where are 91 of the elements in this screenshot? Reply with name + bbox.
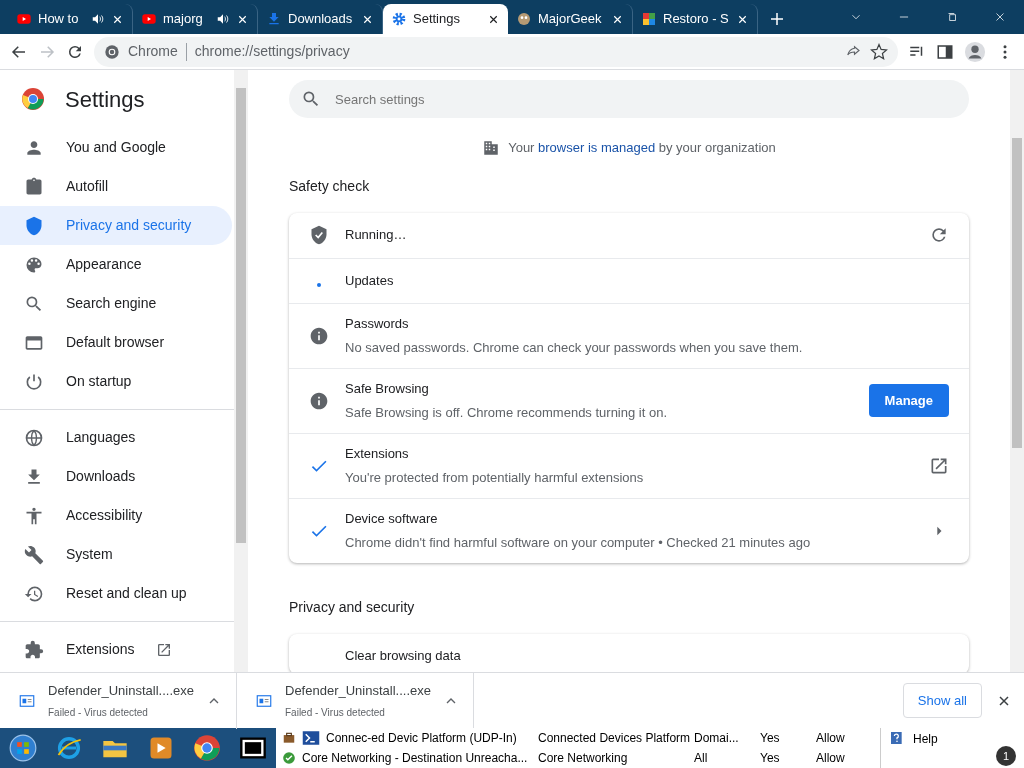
row-title: Updates xyxy=(345,271,395,290)
table-cell-text: Domai... xyxy=(694,730,740,747)
clipboard-icon xyxy=(24,176,44,197)
sidebar-item[interactable]: Downloads xyxy=(0,457,232,496)
refresh-icon[interactable] xyxy=(929,225,949,245)
profile-avatar-icon[interactable] xyxy=(964,40,986,63)
row-title: Device software xyxy=(345,509,439,528)
video-logo-icon xyxy=(141,11,157,27)
info-icon xyxy=(309,390,329,411)
sidebar-item[interactable]: System xyxy=(0,535,232,574)
wrench-icon xyxy=(24,544,44,565)
help-label[interactable]: Help xyxy=(913,730,938,748)
puzzle-icon xyxy=(24,639,44,660)
managed-link[interactable]: browser is managed xyxy=(538,140,656,155)
section-heading: Safety check xyxy=(289,176,371,196)
managed-notice: Your browser is managed by your organization xyxy=(508,139,776,157)
colorful-square-icon xyxy=(641,11,657,27)
row-title: Safe Browsing xyxy=(345,379,430,398)
sidebar-item[interactable]: You and Google xyxy=(0,128,232,167)
sidebar-item[interactable]: Extensions xyxy=(0,630,232,669)
scrollbar-thumb[interactable] xyxy=(236,88,246,543)
row-description: Chrome didn't find harmful software on your computer • Checked 21 minutes ago xyxy=(345,534,812,552)
table-cell-text: Connected Devices Platform xyxy=(538,730,688,747)
checkmark-icon xyxy=(282,751,296,765)
new-tab-icon[interactable] xyxy=(768,10,786,28)
shield-icon xyxy=(24,215,44,236)
sidebar-item[interactable]: Accessibility xyxy=(0,496,232,535)
row-title: Extensions xyxy=(345,444,410,463)
video-logo-icon xyxy=(16,11,32,27)
sidebar-item[interactable]: Search engine xyxy=(0,284,232,323)
chrome-logo-icon xyxy=(104,43,120,60)
scrollbar[interactable] xyxy=(234,70,248,672)
table-cell-text: Connec-ed Devic Platform (UDP-In) xyxy=(326,730,518,747)
browser-tab[interactable]: Restoro - S xyxy=(633,4,758,34)
scrollbar[interactable] xyxy=(1010,70,1024,672)
table-cell-text: Core Networking xyxy=(538,750,629,767)
sidebar-item[interactable]: Privacy and security xyxy=(0,206,232,245)
search-field[interactable]: Search settings xyxy=(289,80,969,118)
show-all-button[interactable]: Show all xyxy=(902,682,982,719)
sidebar-item[interactable]: Reset and clean up xyxy=(0,574,232,613)
start-orb-icon[interactable] xyxy=(9,734,37,762)
bookmark-star-icon[interactable] xyxy=(870,42,888,61)
browser-tab[interactable]: Settings xyxy=(383,4,508,34)
scrollbar-thumb[interactable] xyxy=(1012,138,1022,448)
sidebar-item[interactable]: Default browser xyxy=(0,323,232,362)
sidebar-item[interactable]: Appearance xyxy=(0,245,232,284)
manage-button[interactable]: Manage xyxy=(868,383,949,418)
row-title: Passwords xyxy=(345,314,410,333)
download-icon xyxy=(266,11,282,27)
download-status: Failed - Virus detected xyxy=(48,705,149,720)
globe-e-icon[interactable] xyxy=(55,734,83,762)
browser-tab[interactable]: How to xyxy=(8,4,133,34)
row-title: Running… xyxy=(345,226,408,245)
shield-check-icon xyxy=(309,225,329,245)
sidebar-item[interactable]: On startup xyxy=(0,362,232,401)
chrome-logo-icon xyxy=(21,87,45,111)
url-text: chrome://settings/privacy xyxy=(194,42,350,61)
settings-gear-icon xyxy=(391,11,407,27)
cartoon-face-icon xyxy=(516,11,532,27)
table-cell-text: Yes xyxy=(760,750,781,767)
toolbox-icon xyxy=(282,731,296,745)
sidebar-item[interactable]: Autofill xyxy=(0,167,232,206)
accessibility-icon xyxy=(24,505,44,526)
side-panel-icon[interactable] xyxy=(936,42,954,61)
table-cell-text: Core Networking - Destination Unreacha... xyxy=(302,750,529,767)
notification-badge: 1 xyxy=(996,746,1016,766)
chrome-logo-icon[interactable] xyxy=(193,734,221,762)
site-origin: Chrome xyxy=(128,42,178,61)
row-description: No saved passwords. Chrome can check your passwords when you save them. xyxy=(345,339,804,357)
table-cell-text: Allow xyxy=(816,730,846,747)
file-name: Defender_Uninstall....exe xyxy=(48,682,194,701)
browser-tab[interactable]: majorg xyxy=(133,4,258,34)
file-name: Defender_Uninstall....exe xyxy=(285,682,431,701)
globe-icon xyxy=(24,427,44,448)
address-bar[interactable]: Chrome chrome://settings/privacy xyxy=(94,36,898,67)
external-link-icon xyxy=(156,641,173,658)
row-description: Safe Browsing is off. Chrome recommends turning it on. xyxy=(345,404,669,422)
download-status: Failed - Virus detected xyxy=(285,705,386,720)
page-title: Settings xyxy=(65,85,145,114)
spinner-icon xyxy=(317,282,321,287)
row-title: Clear browsing data xyxy=(345,646,461,665)
building-icon xyxy=(482,138,501,157)
info-icon xyxy=(309,325,329,346)
section-heading: Privacy and security xyxy=(289,597,416,617)
search-icon xyxy=(301,89,321,109)
table-cell-text: All xyxy=(694,750,709,767)
table-cell-text: Yes xyxy=(760,730,781,747)
browser-tab[interactable]: MajorGeek xyxy=(508,4,633,34)
row-description: You're protected from potentially harmful extensions xyxy=(345,469,645,487)
sidebar-item[interactable]: Languages xyxy=(0,418,232,457)
table-cell-text: Allow xyxy=(816,750,846,767)
